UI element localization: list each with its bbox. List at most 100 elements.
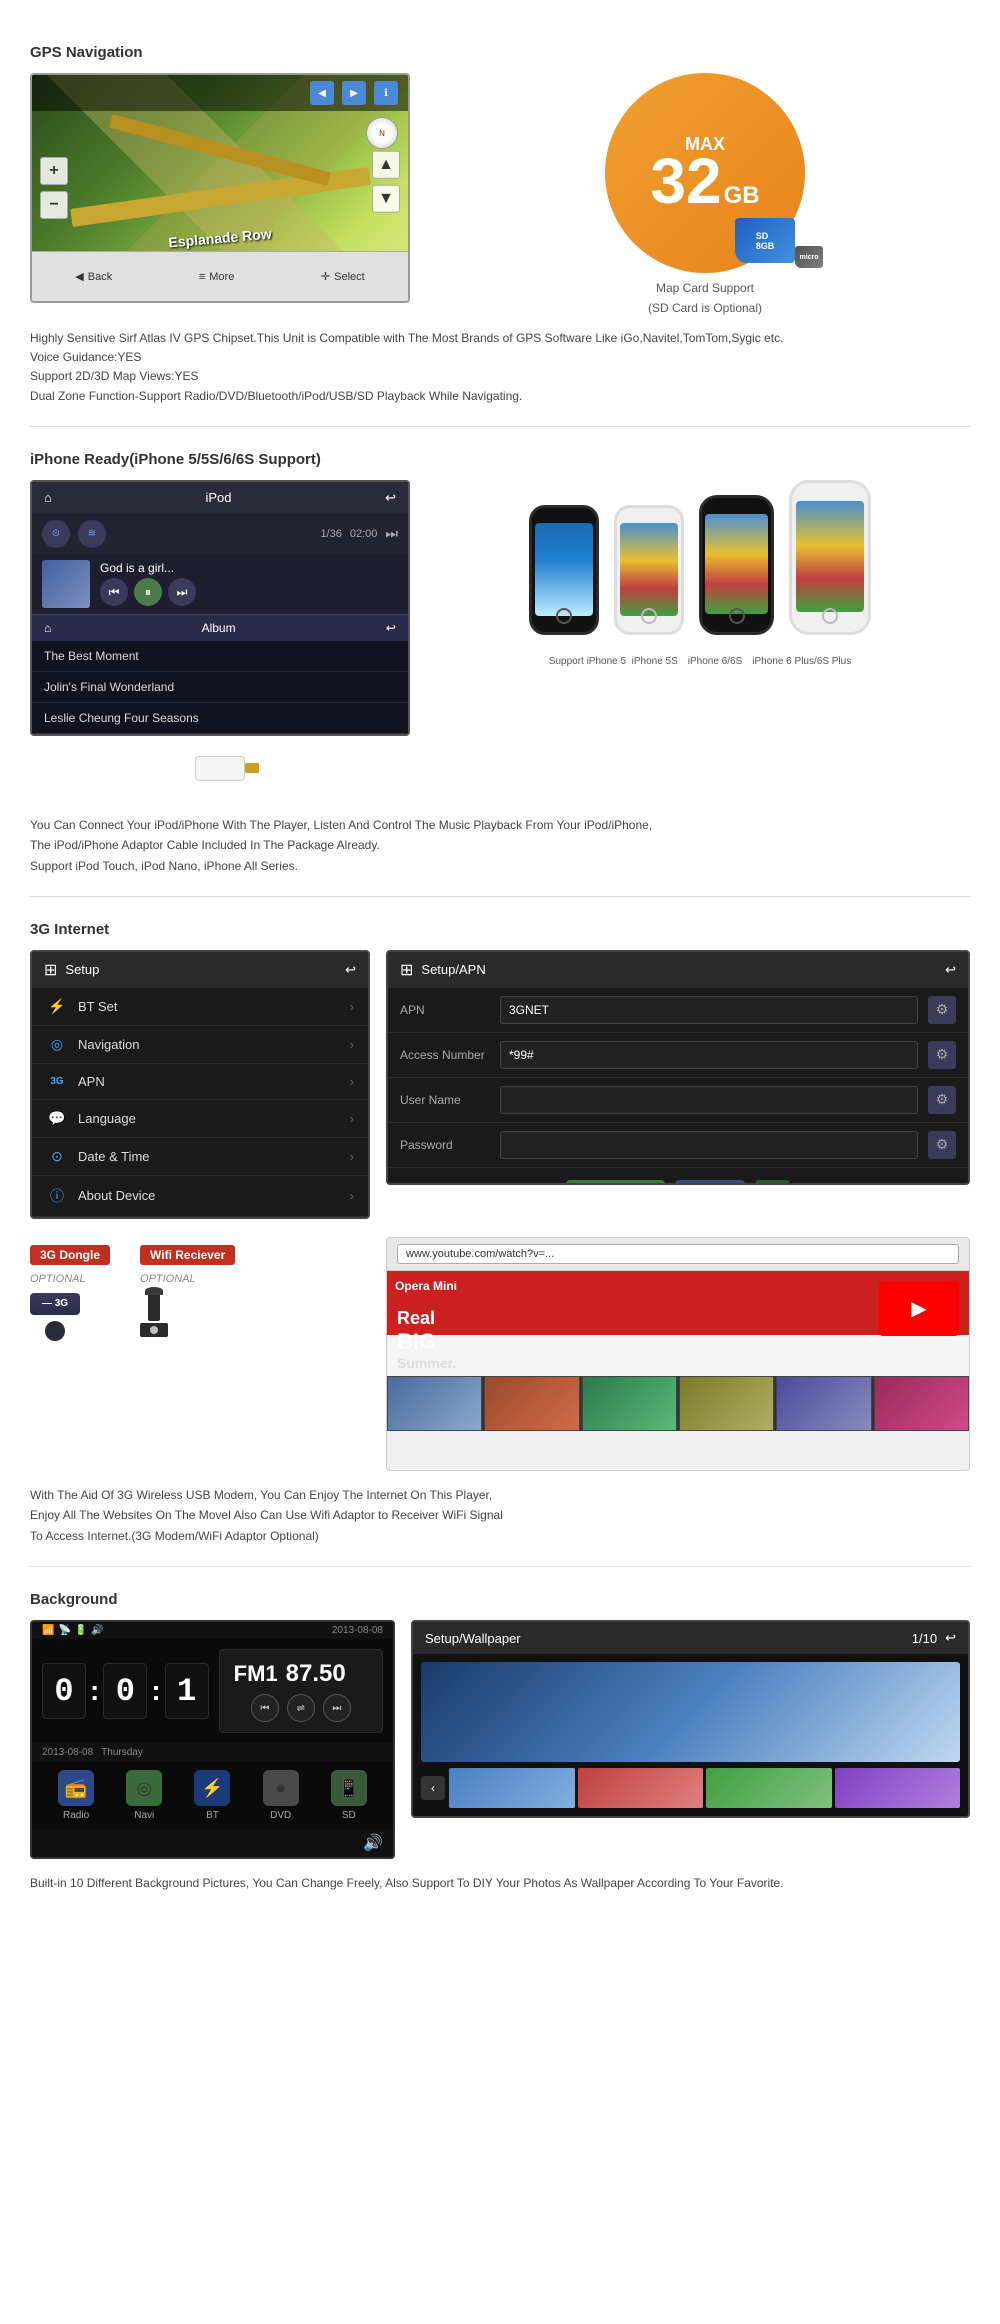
apn-row-access: Access Number *99# ⚙ (388, 1033, 968, 1078)
zoom-out-btn[interactable]: − (40, 191, 68, 219)
ipod-play-pause-btn[interactable]: ⏸ (134, 578, 162, 606)
apn-gear-4[interactable]: ⚙ (928, 1131, 956, 1159)
apn-value-access[interactable]: *99# (500, 1041, 918, 1069)
hu-app-bt[interactable]: ⚡ BT (194, 1770, 230, 1821)
ipod-back-icon: ↩ (385, 490, 396, 506)
ipod-home-icon: ⌂ (44, 490, 52, 505)
ipod-next-btn[interactable]: ⏭ (168, 578, 196, 606)
3g-dongle-item: 3G Dongle OPTIONAL — 3G (30, 1245, 110, 1341)
ipod-time: 02:00 (350, 528, 378, 540)
apn-gear-1[interactable]: ⚙ (928, 996, 956, 1024)
ipod-track-item-1[interactable]: The Best Moment (32, 641, 408, 672)
ipod-title-label: iPod (205, 490, 231, 505)
phone-screen-4 (796, 501, 864, 613)
apn-wifi-btn[interactable]: Wifi Settings (566, 1180, 665, 1186)
background-description: Built-in 10 Different Background Picture… (30, 1873, 970, 1893)
sd-circle: MAX 32 GB SD8GB micro (605, 73, 805, 273)
hu-next-btn[interactable]: ⏭ (323, 1694, 351, 1722)
phone-home-1 (556, 608, 572, 624)
zoom-up-btn[interactable]: ▲ (372, 151, 400, 179)
phone-iphone5s (614, 505, 684, 635)
gps-select-btn[interactable]: ✛ Select (321, 270, 365, 283)
hu-rand-btn[interactable]: ⇌ (287, 1694, 315, 1722)
hu-bottom-bar: 🔊 (32, 1829, 393, 1857)
apn-row-apn: APN 3GNET ⚙ (388, 988, 968, 1033)
bt-icon: ⚡ (46, 998, 68, 1015)
usb-connector (245, 763, 259, 773)
sd-app-icon: 📱 (331, 1770, 367, 1806)
clock-colon-1: : (90, 1675, 99, 1707)
dvd-label: DVD (270, 1810, 291, 1821)
wp-thumb-4[interactable] (835, 1768, 961, 1808)
ipod-track-item-2[interactable]: Jolin's Final Wonderland (32, 672, 408, 703)
setup-item-datetime[interactable]: ⊙ Date & Time › (32, 1138, 368, 1176)
hu-clock: 0 : 0 : 1 (42, 1663, 209, 1719)
wp-thumb-1[interactable] (449, 1768, 575, 1808)
apn-label-access: Access Number (400, 1048, 490, 1062)
wp-nav-row: ‹ (421, 1768, 960, 1808)
setup-item-language[interactable]: 💬 Language › (32, 1100, 368, 1138)
navi-icon: ◎ (126, 1770, 162, 1806)
browser-overlay-text: Real BIG Summer. (397, 1308, 456, 1371)
apn-value-apn[interactable]: 3GNET (500, 996, 918, 1024)
radio-band: FM1 (234, 1661, 278, 1687)
setup-datetime-label: Date & Time (78, 1149, 150, 1164)
wp-thumb-3[interactable] (706, 1768, 832, 1808)
sd-card-image: SD8GB micro (735, 218, 795, 263)
sd-size: 32 (650, 153, 721, 211)
hu-app-dvd[interactable]: ⏺ DVD (263, 1770, 299, 1821)
status-icons: 📶📡🔋🔊 (42, 1625, 104, 1636)
apn-value-user[interactable] (500, 1086, 918, 1114)
gps-top-icon2: ▶ (342, 81, 366, 105)
sd-optional-label: (SD Card is Optional) (648, 301, 762, 315)
ipod-nav-icon: ⊙ (42, 520, 70, 548)
apn-gear-3[interactable]: ⚙ (928, 1086, 956, 1114)
clock-colon-2: : (151, 1675, 160, 1707)
internet-description: With The Aid Of 3G Wireless USB Modem, Y… (30, 1485, 970, 1546)
apn-save-btn[interactable]: 💾 (755, 1180, 790, 1186)
ipod-prev-btn[interactable]: ⏮ (100, 578, 128, 606)
gps-title: GPS Navigation (30, 44, 970, 61)
apn-value-password[interactable] (500, 1131, 918, 1159)
setup-item-about[interactable]: ⓘ About Device › (32, 1176, 368, 1217)
phone-screen-3 (705, 514, 767, 615)
wp-prev-arrow[interactable]: ‹ (421, 1776, 445, 1800)
opera-label: Opera Mini (395, 1279, 457, 1293)
setup-back-icon: ↩ (345, 962, 356, 978)
hu-prev-btn[interactable]: ⏮ (251, 1694, 279, 1722)
wifi-antenna (148, 1293, 160, 1321)
sd-label: SD (342, 1810, 356, 1821)
hu-date-label: 2013-08-08 (42, 1747, 93, 1758)
hu-app-navi[interactable]: ◎ Navi (126, 1770, 162, 1821)
apn-default-btn[interactable]: Default (675, 1180, 745, 1186)
ipod-skip-icon[interactable]: ⏭ (385, 525, 398, 542)
hu-radio-info: FM1 87.50 ⏮ ⇌ ⏭ (219, 1649, 383, 1733)
setup-item-apn[interactable]: 3G APN › (32, 1064, 368, 1100)
phones-area: Support iPhone 5 iPhone 5S iPhone 6/6S i… (430, 480, 970, 667)
ipod-track-item-3[interactable]: Leslie Cheung Four Seasons (32, 703, 408, 734)
hu-app-radio[interactable]: 📻 Radio (58, 1770, 94, 1821)
bt-label: BT (206, 1810, 219, 1821)
setup-screen: ⊞ Setup ↩ ⚡ BT Set › ◎ Navigation › (30, 950, 370, 1219)
hu-day-label: Thursday (101, 1747, 143, 1758)
setup-item-navigation[interactable]: ◎ Navigation › (32, 1026, 368, 1064)
apn-label-password: Password (400, 1138, 490, 1152)
setup-item-bt[interactable]: ⚡ BT Set › (32, 988, 368, 1026)
gps-screen: ◀ ▶ ℹ N + − ▲ ▼ Esplanade Row ◀ Bac (30, 73, 410, 303)
ipod-track-name: God is a girl... (100, 561, 398, 575)
internet-title: 3G Internet (30, 921, 970, 938)
radio-freq: 87.50 (286, 1660, 346, 1688)
apn-gear-2[interactable]: ⚙ (928, 1041, 956, 1069)
microsd-image: micro (795, 246, 823, 268)
wp-thumb-2[interactable] (578, 1768, 704, 1808)
background-title: Background (30, 1591, 970, 1608)
zoom-down-btn[interactable]: ▼ (372, 185, 400, 213)
wp-preview (421, 1662, 960, 1762)
setup-bt-label: BT Set (78, 999, 118, 1014)
hu-app-sd[interactable]: 📱 SD (331, 1770, 367, 1821)
zoom-in-btn[interactable]: + (40, 157, 68, 185)
browser-url[interactable]: www.youtube.com/watch?v=... (397, 1244, 959, 1264)
gps-back-btn[interactable]: ◀ Back (75, 270, 112, 283)
gps-more-btn[interactable]: ≡ More (199, 271, 234, 283)
ipod-album-label: Album (202, 621, 236, 635)
